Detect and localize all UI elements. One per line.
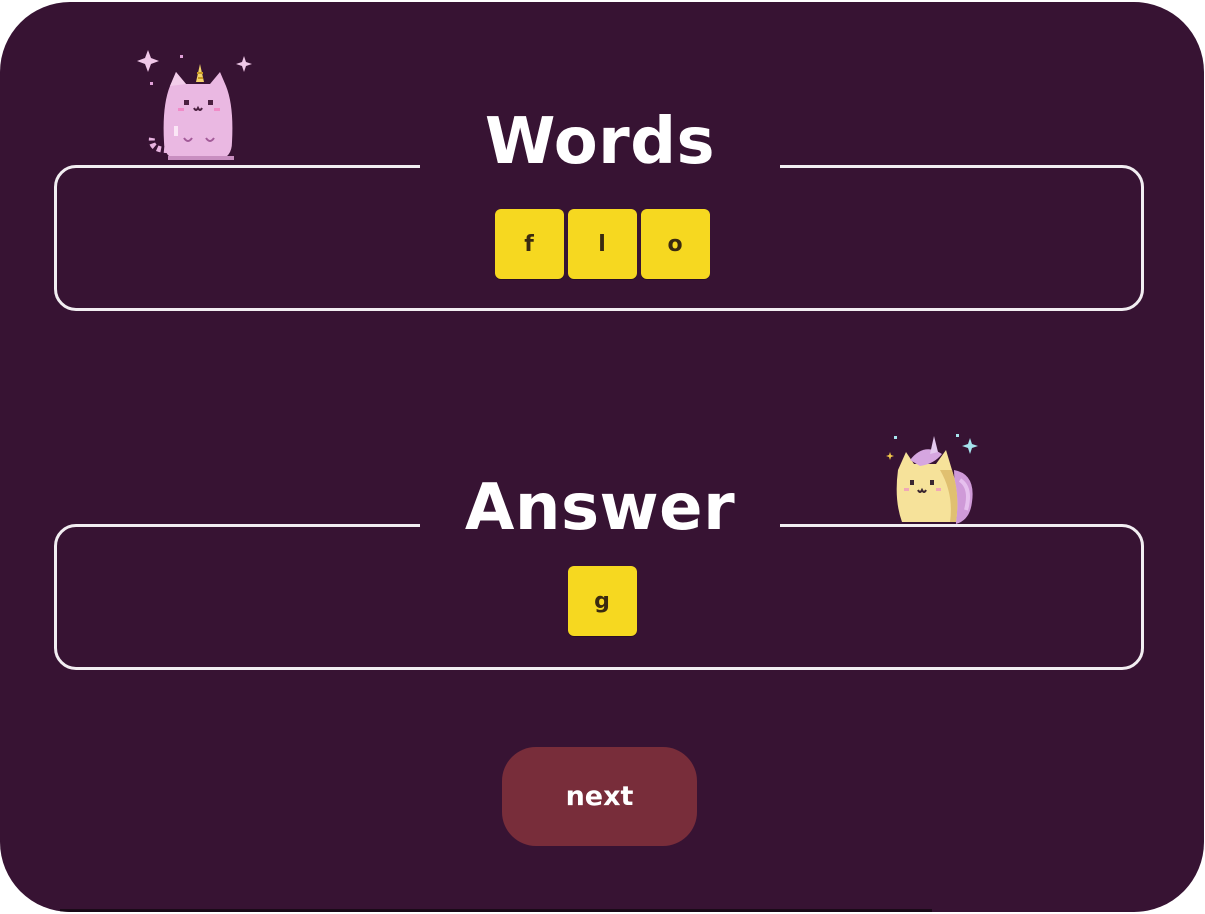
pink-unicorn-cat-icon [137, 50, 252, 160]
letter-tile[interactable]: g [567, 566, 637, 636]
answer-tiles: g [0, 566, 1204, 636]
next-button[interactable]: next [502, 747, 697, 846]
words-title: Words [420, 102, 780, 182]
game-card: Words f l o Answer g next [0, 2, 1204, 912]
letter-tile[interactable]: f [494, 209, 564, 279]
answer-title: Answer [420, 468, 780, 548]
yellow-unicorn-cat-icon [886, 434, 978, 524]
letter-tile[interactable]: o [640, 209, 710, 279]
words-tiles: f l o [0, 209, 1204, 279]
letter-tile[interactable]: l [567, 209, 637, 279]
bottom-edge-divider [60, 909, 932, 912]
